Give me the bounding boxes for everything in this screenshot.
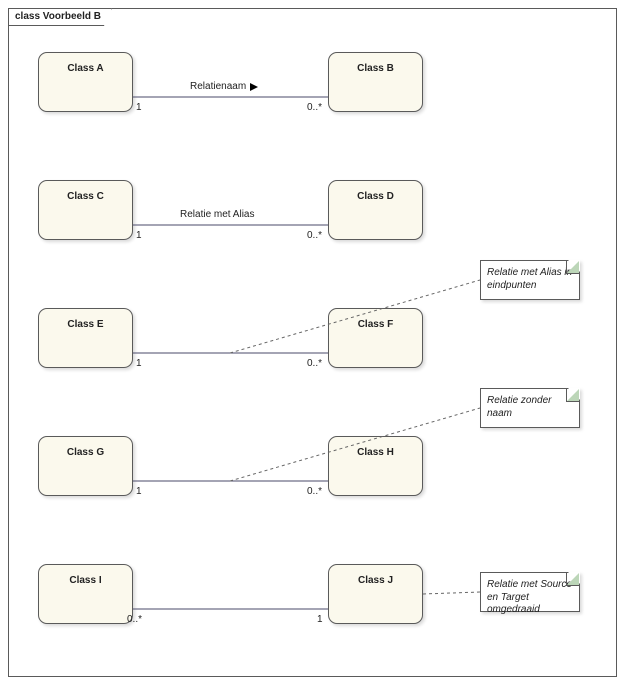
relation-label-r1: Relatienaam [190,81,246,92]
mult-h: 0..* [307,486,322,497]
mult-a: 1 [136,102,142,113]
note-relatie-met-alias-in-eindpunten[interactable]: Relatie met Alias in eindpunten [480,260,580,300]
diagram-canvas: class Voorbeeld B Class A Class B Class … [0,0,625,685]
mult-e: 1 [136,358,142,369]
mult-g: 1 [136,486,142,497]
note-text: Relatie met Source en Target omgedraaid [487,579,572,615]
class-f[interactable]: Class F [328,308,423,368]
class-c[interactable]: Class C [38,180,133,240]
direction-arrow-icon [250,83,258,91]
class-h[interactable]: Class H [328,436,423,496]
mult-c: 1 [136,230,142,241]
mult-f: 0..* [307,358,322,369]
class-j[interactable]: Class J [328,564,423,624]
mult-b: 0..* [307,102,322,113]
note-source-target-omgedraaid[interactable]: Relatie met Source en Target omgedraaid [480,572,580,612]
mult-j: 1 [317,614,323,625]
class-a[interactable]: Class A [38,52,133,112]
note-text: Relatie zonder naam [487,395,551,419]
note-relatie-zonder-naam[interactable]: Relatie zonder naam [480,388,580,428]
class-b[interactable]: Class B [328,52,423,112]
diagram-title: class Voorbeeld B [8,8,112,26]
class-i[interactable]: Class I [38,564,133,624]
note-text: Relatie met Alias in eindpunten [487,267,572,291]
mult-i: 0..* [127,614,142,625]
class-d[interactable]: Class D [328,180,423,240]
mult-d: 0..* [307,230,322,241]
relation-label-r2: Relatie met Alias [180,209,254,220]
class-g[interactable]: Class G [38,436,133,496]
class-e[interactable]: Class E [38,308,133,368]
